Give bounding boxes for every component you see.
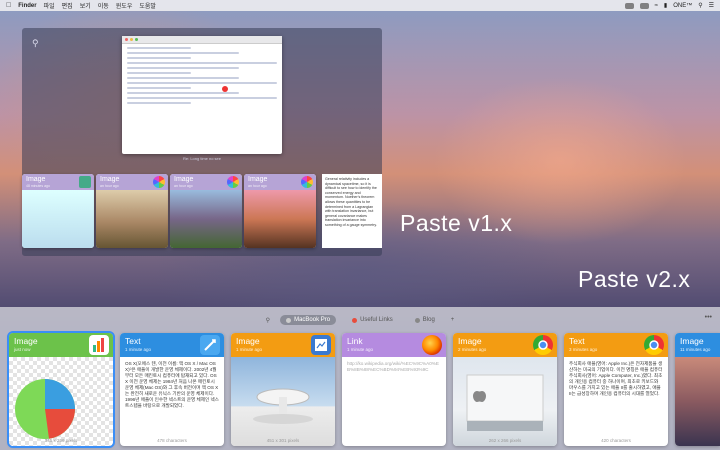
card-text-content: OS X(오에스 텐, 이전 이름: 맥 OS X / Mac OS X)⁰은 … [125, 361, 219, 408]
clip-card-text-apple[interactable]: Text 3 minutes ago 주식회사 애플(영어: Apple Inc… [564, 333, 668, 446]
tab-dot-icon [414, 317, 420, 323]
numbers-app-icon [79, 176, 91, 188]
preview-app-icon [311, 335, 331, 355]
card-link-url: http://ko.wikipedia.org/wiki/%EC%9C%A0%E… [347, 361, 439, 372]
pie-chart-image [15, 379, 75, 439]
clip-card-image-apple[interactable]: Image 2 minutes ago 262 x 266 pixels [453, 333, 557, 446]
label-paste-v1: Paste v1.x [400, 210, 513, 236]
menu-bar:  Finder 파일 편집 보기 이동 윈도우 도움말 ≈ ▮ ONE™ ⚲ … [0, 0, 720, 11]
v1-card-image-greatwall[interactable]: Image an hour ago [96, 174, 168, 248]
battery-icon[interactable]: ▮ [664, 2, 667, 9]
tab-useful-links[interactable]: Useful Links [346, 315, 399, 325]
search-icon[interactable]: ⚲ [266, 317, 270, 324]
tab-dot-icon [352, 317, 358, 323]
tab-blog[interactable]: Blog [409, 315, 441, 325]
card-type: Image [680, 336, 704, 346]
clip-card-image-mountain[interactable]: Image 11 minutes ago [675, 333, 720, 446]
card-text-content: 주식회사 애플(영어: Apple Inc.)은 전자제품을 생산하는 미국의 … [569, 361, 663, 396]
menu-item-help[interactable]: 도움말 [139, 1, 156, 10]
photos-app-icon [153, 176, 165, 188]
paste-v1-panel: ⚲ Re: Long time no see Image 48 minutes a… [22, 28, 382, 256]
numbers-app-icon [89, 335, 109, 355]
menu-right-label[interactable]: ONE™ [673, 3, 692, 9]
v1-card-image-sunset[interactable]: Image an hour ago [244, 174, 316, 248]
label-paste-v2: Paste v2.x [578, 266, 691, 292]
status-icon-2[interactable] [639, 2, 649, 9]
apple-menu-icon[interactable]:  [6, 2, 11, 9]
wifi-icon[interactable]: ≈ [655, 3, 658, 9]
menu-item-file[interactable]: 파일 [44, 1, 55, 10]
more-options-button[interactable]: ••• [705, 314, 712, 321]
tab-dot-icon [286, 317, 292, 323]
menu-app-name[interactable]: Finder [18, 3, 36, 9]
card-footer: 345 x 266 pixels [44, 438, 78, 443]
menu-item-window[interactable]: 윈도우 [116, 1, 133, 10]
mail-caption: Re: Long time no see [182, 156, 222, 161]
mail-preview [122, 36, 282, 154]
card-time: 11 minutes ago [680, 347, 711, 352]
card-footer: 478 characters [157, 438, 187, 443]
status-icon-1[interactable] [624, 2, 634, 9]
search-icon[interactable]: ⚲ [32, 38, 39, 49]
add-pinboard-button[interactable]: + [451, 317, 455, 323]
photos-app-icon [301, 176, 313, 188]
clip-card-text-osx[interactable]: Text 1 minute ago OS X(오에스 텐, 이전 이름: 맥 O… [120, 333, 224, 446]
card-footer: 262 x 266 pixels [488, 438, 522, 443]
clip-card-image-chart[interactable]: Image just now 345 x 266 pixels [7, 331, 115, 448]
firefox-app-icon [422, 335, 442, 355]
menu-item-edit[interactable]: 편집 [62, 1, 73, 10]
text-editor-app-icon [200, 335, 220, 355]
v1-card-image-portrait[interactable]: Image an hour ago [170, 174, 242, 248]
apple-store-photo [466, 374, 544, 431]
cursor-indicator-icon [222, 86, 228, 92]
notification-center-icon[interactable]: ☰ [709, 2, 714, 9]
photos-app-icon [227, 176, 239, 188]
spotlight-icon[interactable]: ⚲ [698, 2, 702, 9]
v1-card-image-chart[interactable]: Image 48 minutes ago [22, 174, 94, 248]
v1-card-text[interactable]: General relativity includes a dynamical … [322, 174, 382, 248]
pinboard-tabs: ⚲ MacBook Pro Useful Links Blog + [0, 313, 720, 327]
tab-macbook-pro[interactable]: MacBook Pro [280, 315, 337, 325]
clip-card-link[interactable]: Link 1 minute ago http://ko.wikipedia.or… [342, 333, 446, 446]
chrome-app-icon [533, 335, 553, 355]
building-photo [253, 388, 313, 424]
clip-card-image-building[interactable]: Image 1 minute ago 451 x 301 pixels [231, 333, 335, 446]
chrome-app-icon [644, 335, 664, 355]
card-footer: 420 characters [601, 438, 631, 443]
menu-item-view[interactable]: 보기 [80, 1, 91, 10]
card-footer: 451 x 301 pixels [266, 438, 300, 443]
menu-item-go[interactable]: 이동 [98, 1, 109, 10]
paste-v2-tray: ⚲ MacBook Pro Useful Links Blog + ••• Im… [0, 307, 720, 450]
